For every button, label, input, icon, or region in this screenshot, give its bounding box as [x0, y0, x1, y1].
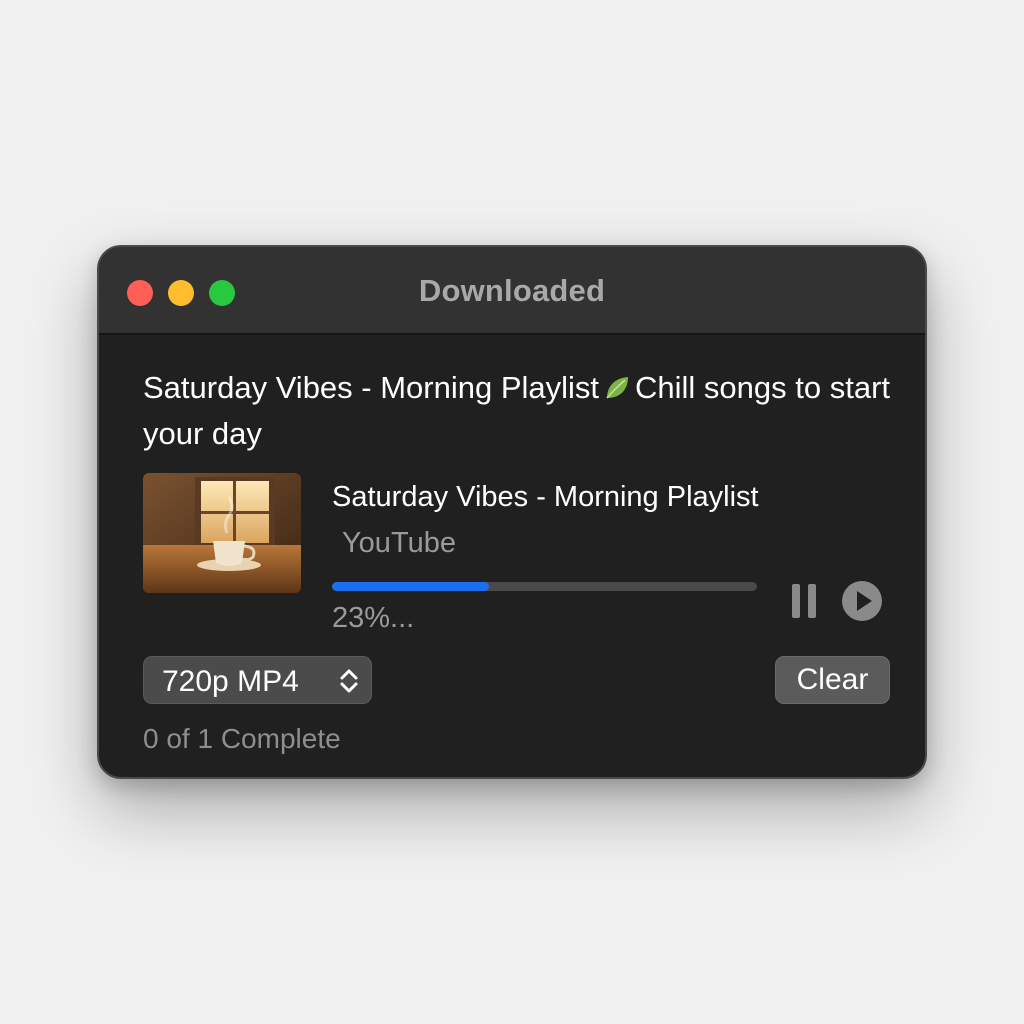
download-progress-fill	[332, 582, 490, 591]
download-progress-bar	[332, 582, 757, 591]
playlist-title: Saturday Vibes - Morning Playlist Chill s…	[143, 367, 903, 455]
playlist-title-text: Saturday Vibes - Morning Playlist	[143, 370, 600, 405]
window-title: Downloaded	[418, 273, 606, 308]
clear-button[interactable]: Clear	[775, 656, 890, 704]
download-item-source: YouTube	[342, 527, 456, 559]
pause-icon[interactable]	[789, 582, 819, 620]
format-select[interactable]: 720p MP4	[143, 656, 372, 704]
downloads-window: Downloaded Saturday Vibes - Morning Play…	[97, 245, 927, 779]
chevron-up-down-icon	[337, 667, 361, 700]
format-select-value: 720p MP4	[162, 665, 299, 698]
download-item-title: Saturday Vibes - Morning Playlist	[332, 481, 759, 513]
leaf-icon	[603, 371, 631, 413]
download-progress-text: 23%...	[332, 602, 415, 634]
video-thumbnail	[143, 473, 301, 593]
title-bar[interactable]: Downloaded	[99, 247, 925, 335]
completion-status: 0 of 1 Complete	[143, 723, 341, 754]
play-icon[interactable]	[841, 580, 883, 622]
